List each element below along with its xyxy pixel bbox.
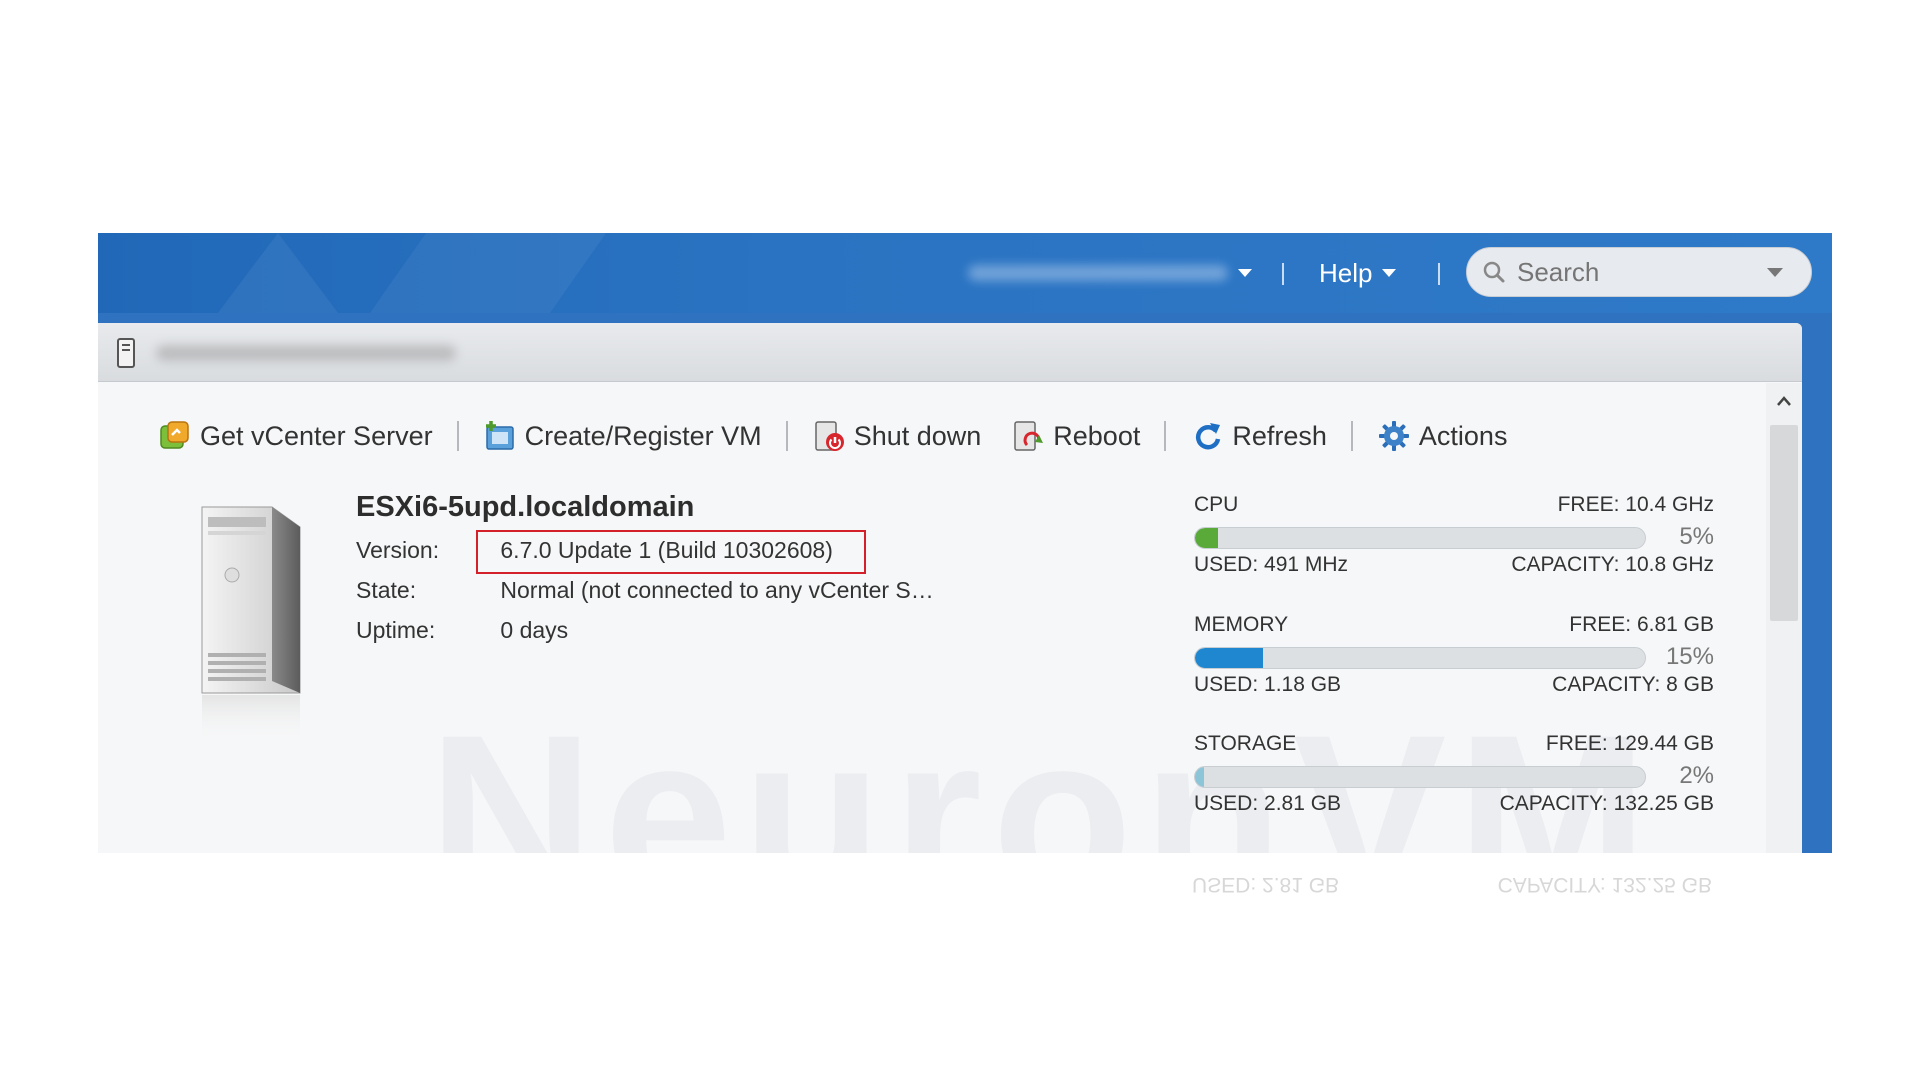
- reboot-icon: [1014, 421, 1044, 451]
- vcenter-icon: [160, 421, 189, 449]
- create-vm-label: Create/Register VM: [524, 420, 762, 451]
- server-tower-image: [201, 506, 301, 750]
- cpu-resource: CPU FREE: 10.4 GHz 5% USED: 491 MHz CAPA…: [1194, 493, 1714, 577]
- memory-free: FREE: 6.81 GB: [1569, 613, 1714, 636]
- storage-usage-bar: [1194, 766, 1646, 788]
- cpu-label: CPU: [1194, 493, 1239, 516]
- header-divider: [1438, 263, 1440, 285]
- user-name-blurred: [968, 265, 1228, 281]
- search-input[interactable]: [1515, 255, 1759, 289]
- shutdown-label: Shut down: [853, 420, 982, 451]
- reflection-used: USED: 2.81 GB: [1192, 873, 1340, 896]
- cpu-usage-fill: [1195, 528, 1218, 548]
- storage-resource: STORAGE FREE: 129.44 GB 2% USED: 2.81 GB…: [1194, 732, 1714, 816]
- vertical-scrollbar[interactable]: [1766, 383, 1802, 853]
- state-value: Normal (not connected to any vCenter S…: [500, 577, 934, 603]
- memory-capacity: CAPACITY: 8 GB: [1552, 673, 1714, 696]
- panel-title-bar: [98, 323, 1802, 382]
- reflection-fade: [98, 853, 1832, 973]
- memory-usage-bar: [1194, 647, 1646, 669]
- create-vm-icon: [485, 421, 514, 450]
- search-icon: [1483, 261, 1505, 283]
- state-row: State: Normal (not connected to any vCen…: [356, 577, 934, 604]
- storage-percent: 2%: [1679, 762, 1714, 789]
- search-box[interactable]: [1466, 247, 1812, 297]
- esxi-host-client-window: Help NeuronVM: [98, 233, 1832, 853]
- cpu-capacity: CAPACITY: 10.8 GHz: [1511, 553, 1714, 576]
- storage-capacity: CAPACITY: 132.25 GB: [1499, 792, 1714, 815]
- memory-resource: MEMORY FREE: 6.81 GB 15% USED: 1.18 GB C…: [1194, 613, 1714, 697]
- reboot-label: Reboot: [1053, 420, 1141, 451]
- cpu-free: FREE: 10.4 GHz: [1557, 493, 1714, 516]
- refresh-label: Refresh: [1232, 420, 1327, 451]
- shut-down-button[interactable]: Shut down: [804, 419, 990, 453]
- reflection-capacity: CAPACITY: 132.25 GB: [1497, 873, 1712, 896]
- refresh-icon: [1196, 423, 1221, 450]
- get-vcenter-button[interactable]: Get vCenter Server: [150, 419, 441, 453]
- storage-label: STORAGE: [1194, 732, 1297, 755]
- host-title-blurred: [156, 345, 456, 361]
- chevron-down-icon: [1238, 269, 1252, 277]
- gear-icon: [1378, 421, 1409, 451]
- cpu-usage-bar: [1194, 527, 1646, 549]
- host-toolbar: Get vCenter Server Create/Register VM Sh…: [150, 413, 1515, 459]
- chevron-down-icon: [1382, 269, 1397, 277]
- uptime-row: Uptime: 0 days: [356, 617, 568, 644]
- reboot-button[interactable]: Reboot: [1003, 419, 1148, 453]
- cpu-used: USED: 491 MHz: [1194, 553, 1349, 576]
- actions-button[interactable]: Actions: [1369, 419, 1516, 453]
- toolbar-divider: [1164, 421, 1167, 451]
- host-icon: [117, 338, 135, 368]
- actions-label: Actions: [1418, 420, 1508, 451]
- refresh-button[interactable]: Refresh: [1182, 419, 1335, 453]
- get-vcenter-label: Get vCenter Server: [200, 420, 433, 451]
- memory-label: MEMORY: [1194, 613, 1289, 636]
- toolbar-divider: [456, 421, 459, 451]
- user-menu[interactable]: [968, 253, 1252, 293]
- toolbar-divider: [1350, 421, 1353, 451]
- chevron-down-icon[interactable]: [1767, 267, 1783, 277]
- uptime-value: 0 days: [500, 617, 569, 643]
- toolbar-divider: [785, 421, 788, 451]
- header-decoration: [218, 233, 338, 313]
- memory-used: USED: 1.18 GB: [1194, 673, 1342, 696]
- header-divider: [1282, 263, 1284, 285]
- help-label: Help: [1319, 257, 1373, 288]
- memory-percent: 15%: [1665, 643, 1714, 670]
- help-menu[interactable]: Help: [1319, 253, 1397, 293]
- host-name: ESXi6-5upd.localdomain: [356, 491, 695, 523]
- uptime-label: Uptime:: [356, 617, 436, 643]
- storage-free: FREE: 129.44 GB: [1545, 732, 1714, 755]
- host-panel: NeuronVM Get vCenter Server Create/Regis…: [98, 323, 1802, 853]
- header-decoration: [369, 233, 607, 313]
- cpu-percent: 5%: [1679, 523, 1714, 550]
- memory-usage-fill: [1195, 648, 1263, 668]
- storage-used: USED: 2.81 GB: [1194, 792, 1342, 815]
- chevron-up-icon[interactable]: [1776, 395, 1792, 407]
- shutdown-icon: [814, 421, 844, 451]
- version-label: Version:: [356, 537, 440, 563]
- storage-usage-fill: [1195, 767, 1204, 787]
- scrollbar-thumb[interactable]: [1770, 425, 1798, 621]
- state-label: State:: [356, 577, 417, 603]
- create-register-vm-button[interactable]: Create/Register VM: [475, 419, 770, 453]
- storage-reflection: USED: 2.81 GB CAPACITY: 132.25 GB: [1192, 872, 1712, 896]
- header-bar: Help: [98, 233, 1832, 313]
- version-highlight-box: [476, 530, 866, 574]
